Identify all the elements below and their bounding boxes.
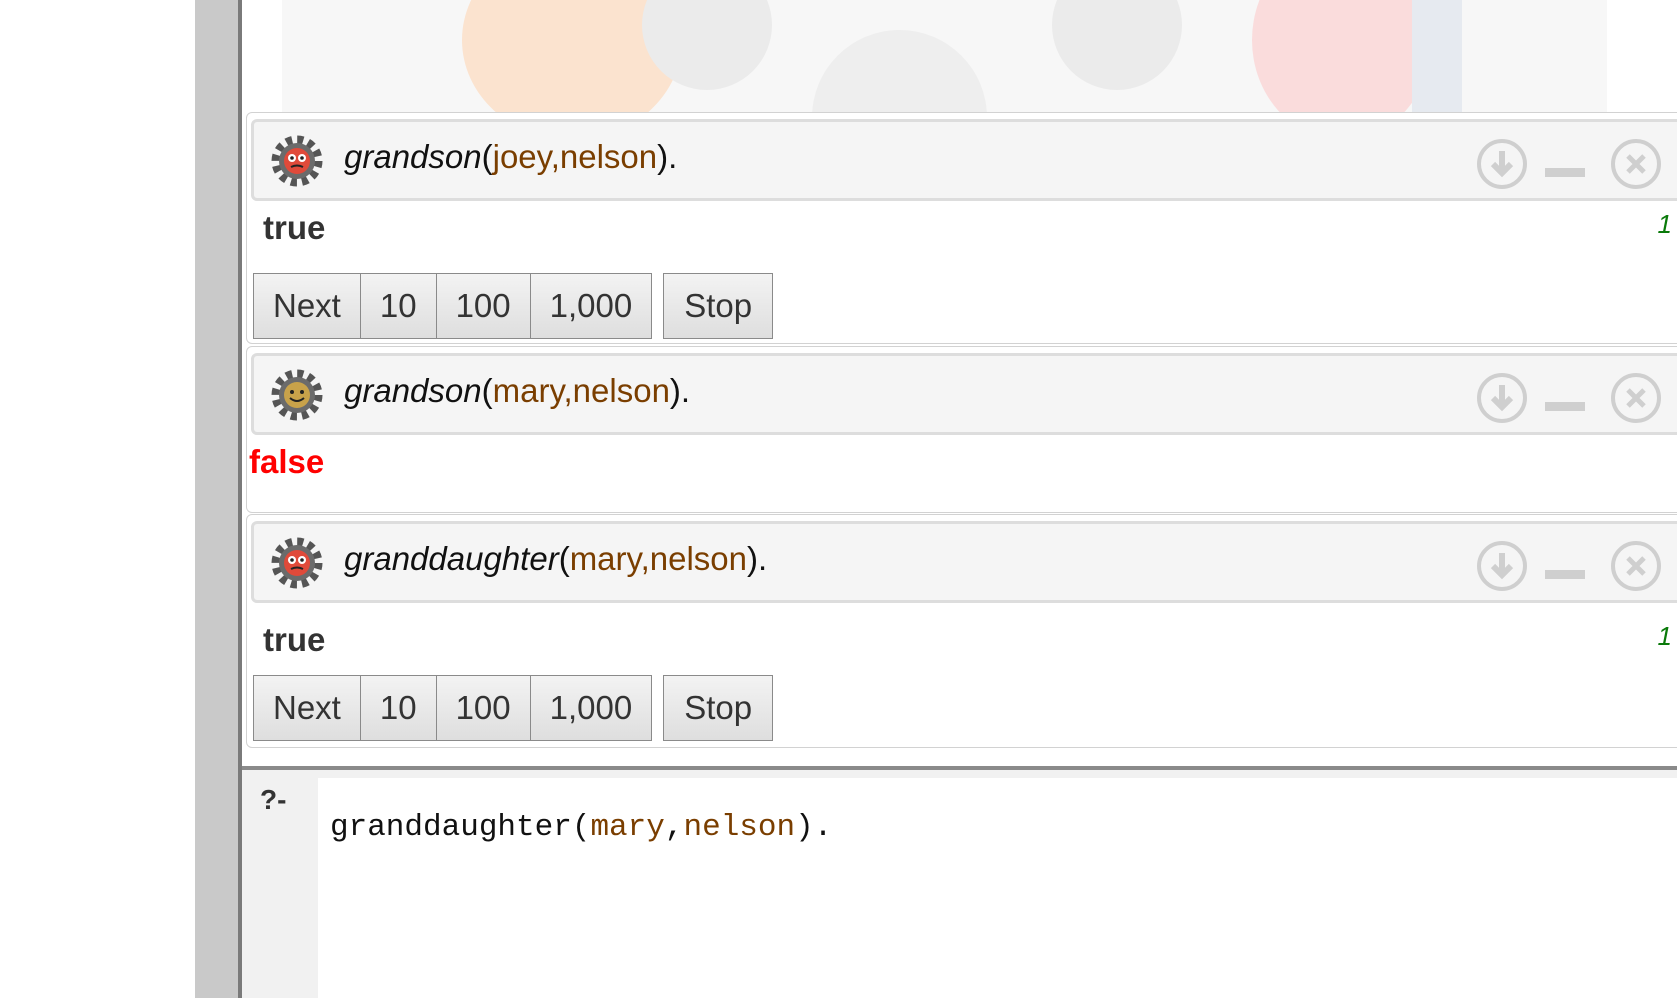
- query-functor: grandson: [344, 138, 482, 175]
- query-header: grandson(joey,nelson).: [251, 119, 1677, 201]
- query-comma: ,: [640, 540, 650, 577]
- editor-paren: (: [571, 810, 591, 845]
- query-arg: mary: [492, 372, 564, 409]
- prompt-label: ?-: [260, 784, 287, 815]
- query-header: granddaughter(mary,nelson).: [251, 521, 1677, 603]
- query-arg: nelson: [649, 540, 747, 577]
- query-editor[interactable]: granddaughter(mary,nelson).: [318, 778, 1677, 998]
- running-gear-icon: [271, 537, 323, 589]
- answer-controls: Next 10 100 1,000 Stop: [253, 675, 774, 741]
- next-1000-button[interactable]: 1,000: [530, 273, 653, 339]
- result-true: true: [263, 621, 326, 658]
- answer-controls: Next 10 100 1,000 Stop: [253, 273, 774, 339]
- query-text: granddaughter(mary,nelson).: [344, 540, 767, 578]
- answer-block-2: grandson(mary,nelson). false: [246, 346, 1677, 513]
- query-paren: ).: [669, 372, 691, 409]
- timing-label: 1: [1657, 621, 1672, 651]
- close-icon[interactable]: [1610, 540, 1662, 592]
- query-input-area: ?- granddaughter(mary,nelson).: [242, 770, 1677, 998]
- result-true: true: [263, 209, 326, 246]
- next-100-button[interactable]: 100: [436, 273, 531, 339]
- left-panel-edge: [195, 0, 238, 998]
- query-functor: granddaughter: [344, 540, 559, 577]
- minimize-icon[interactable]: [1544, 548, 1586, 584]
- query-comma: ,: [550, 138, 560, 175]
- query-paren: (: [481, 372, 493, 409]
- query-arg: nelson: [572, 372, 670, 409]
- query-editor-text[interactable]: granddaughter(mary,nelson).: [330, 810, 832, 845]
- background-mascot-image: [282, 0, 1607, 112]
- editor-arg: mary: [590, 810, 665, 845]
- close-icon[interactable]: [1610, 372, 1662, 424]
- query-paren: (: [558, 540, 570, 577]
- editor-comma: ,: [664, 810, 684, 845]
- download-icon[interactable]: [1476, 540, 1528, 592]
- query-paren: (: [481, 138, 493, 175]
- query-arg: joey: [492, 138, 551, 175]
- next-10-button[interactable]: 10: [360, 675, 437, 741]
- query-comma: ,: [563, 372, 573, 409]
- query-console: grandson(joey,nelson). true 1 Next 10 10…: [242, 0, 1677, 998]
- query-paren: ).: [657, 138, 678, 175]
- stop-button[interactable]: Stop: [663, 273, 774, 339]
- editor-functor: granddaughter: [330, 810, 572, 845]
- query-functor: grandson: [344, 372, 482, 409]
- next-button[interactable]: Next: [253, 675, 361, 741]
- next-100-button[interactable]: 100: [436, 675, 531, 741]
- query-arg: nelson: [559, 138, 658, 175]
- editor-paren: ).: [795, 810, 833, 845]
- query-text: grandson(joey,nelson).: [344, 138, 677, 176]
- next-1000-button[interactable]: 1,000: [530, 675, 653, 741]
- download-icon[interactable]: [1476, 372, 1528, 424]
- close-icon[interactable]: [1610, 138, 1662, 190]
- idle-gear-icon: [271, 369, 323, 421]
- next-button[interactable]: Next: [253, 273, 361, 339]
- query-arg: mary: [569, 540, 641, 577]
- query-header: grandson(mary,nelson).: [251, 353, 1677, 435]
- minimize-icon[interactable]: [1544, 146, 1586, 182]
- query-paren: ).: [747, 540, 768, 577]
- editor-arg: nelson: [683, 810, 796, 845]
- answer-block-1: grandson(joey,nelson). true 1 Next 10 10…: [246, 112, 1677, 344]
- running-gear-icon: [271, 135, 323, 187]
- next-10-button[interactable]: 10: [360, 273, 437, 339]
- timing-label: 1: [1657, 209, 1672, 239]
- stop-button[interactable]: Stop: [663, 675, 774, 741]
- result-false: false: [249, 443, 325, 480]
- minimize-icon[interactable]: [1544, 380, 1586, 416]
- query-text: grandson(mary,nelson).: [344, 372, 690, 410]
- download-icon[interactable]: [1476, 138, 1528, 190]
- answer-block-3: granddaughter(mary,nelson). true 1 Next …: [246, 514, 1677, 748]
